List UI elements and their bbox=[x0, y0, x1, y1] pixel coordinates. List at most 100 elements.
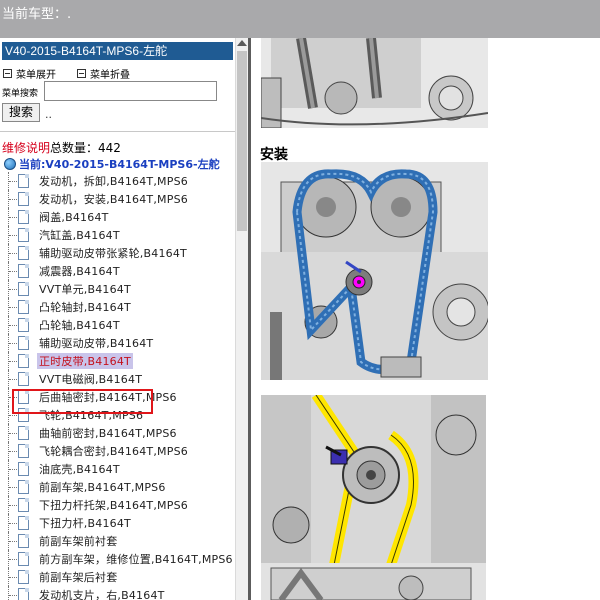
tree-branch-line bbox=[8, 370, 18, 388]
search-button[interactable]: 搜索 bbox=[2, 103, 40, 122]
document-icon bbox=[18, 246, 29, 260]
tree-item-label: 阀盖,B4164T bbox=[39, 211, 109, 224]
tree-item-label: 辅助驱动皮带张紧轮,B4164T bbox=[39, 247, 187, 260]
tree-branch-line bbox=[8, 460, 18, 478]
globe-icon bbox=[4, 158, 16, 170]
document-icon bbox=[18, 372, 29, 386]
document-icon bbox=[18, 498, 29, 512]
tree-item[interactable]: VVT单元,B4164T bbox=[8, 280, 233, 298]
tree-item[interactable]: 阀盖,B4164T bbox=[8, 208, 233, 226]
document-icon bbox=[18, 480, 29, 494]
tree-branch-line bbox=[8, 316, 18, 334]
tree-item[interactable]: 下扭力杆,B4164T bbox=[8, 514, 233, 532]
tree-item-label: 减震器,B4164T bbox=[39, 265, 120, 278]
tree-item[interactable]: 前方副车架，维修位置,B4164T,MPS6 bbox=[8, 550, 233, 568]
tree-branch-line bbox=[8, 532, 18, 550]
selection-highlight-box bbox=[12, 389, 153, 414]
section-heading: 安装 bbox=[260, 147, 288, 163]
tree-branch-line bbox=[8, 352, 18, 370]
sidebar-title: V40-2015-B4164T-MPS6-左舵 bbox=[2, 42, 233, 60]
tree-branch-line bbox=[8, 226, 18, 244]
engine-diagram-top bbox=[261, 38, 488, 128]
tree-item-label: 飞轮耦合密封,B4164T,MPS6 bbox=[39, 445, 188, 458]
document-icon bbox=[18, 588, 29, 600]
tree-item-label: 下扭力杆,B4164T bbox=[39, 517, 131, 530]
tree-item[interactable]: 油底壳,B4164T bbox=[8, 460, 233, 478]
tree-item[interactable]: 汽缸盖,B4164T bbox=[8, 226, 233, 244]
sidebar-scrollbar[interactable] bbox=[235, 38, 248, 600]
collapse-square-icon bbox=[3, 69, 12, 78]
count-label: 总数量：442 bbox=[50, 141, 121, 155]
document-icon bbox=[18, 282, 29, 296]
tree-item-label: 发动机，安装,B4164T,MPS6 bbox=[39, 193, 188, 206]
tree-branch-line bbox=[8, 298, 18, 316]
scroll-up-arrow-icon[interactable] bbox=[237, 40, 247, 46]
tree-branch-line bbox=[8, 208, 18, 226]
tree-branch-line bbox=[8, 280, 18, 298]
top-bar: 当前车型：. bbox=[0, 0, 600, 38]
tree-item-label: 前副车架,B4164T,MPS6 bbox=[39, 481, 166, 494]
document-icon bbox=[18, 534, 29, 548]
content-pane: 安装 bbox=[251, 38, 600, 600]
search-extra-text: .. bbox=[45, 108, 52, 121]
menu-expand-label: 菜单展开 bbox=[16, 70, 56, 81]
tree-branch-line bbox=[8, 334, 18, 352]
tree-item-label: VVT电磁阀,B4164T bbox=[39, 373, 143, 386]
document-icon bbox=[18, 354, 29, 368]
document-icon bbox=[18, 300, 29, 314]
document-icon bbox=[18, 462, 29, 476]
tree-item[interactable]: 减震器,B4164T bbox=[8, 262, 233, 280]
tree-branch-line bbox=[8, 514, 18, 532]
tree-branch-line bbox=[8, 568, 18, 586]
tree-item[interactable]: 发动机支片，右,B4164T bbox=[8, 586, 233, 600]
tree-item[interactable]: 凸轮轴封,B4164T bbox=[8, 298, 233, 316]
tree-item[interactable]: 飞轮耦合密封,B4164T,MPS6 bbox=[8, 442, 233, 460]
tree-branch-line bbox=[8, 442, 18, 460]
tree-item[interactable]: 凸轮轴,B4164T bbox=[8, 316, 233, 334]
tree-item-label: 汽缸盖,B4164T bbox=[39, 229, 120, 242]
tree-item[interactable]: VVT电磁阀,B4164T bbox=[8, 370, 233, 388]
document-icon bbox=[18, 174, 29, 188]
tree-item-label: 凸轮轴,B4164T bbox=[39, 319, 120, 332]
manual-tree: 发动机，拆卸,B4164T,MPS6 发动机，安装,B4164T,MPS6 阀盖,B… bbox=[8, 172, 233, 600]
collapse-square-icon bbox=[77, 69, 86, 78]
vehicle-label: 当前车型：. bbox=[2, 7, 72, 22]
divider bbox=[0, 131, 235, 132]
search-input[interactable] bbox=[44, 81, 217, 101]
document-icon bbox=[18, 228, 29, 242]
tree-item[interactable]: 曲轴前密封,B4164T,MPS6 bbox=[8, 424, 233, 442]
document-icon bbox=[18, 516, 29, 530]
tree-item-label: 发动机支片，右,B4164T bbox=[39, 589, 165, 600]
tree-branch-line bbox=[8, 262, 18, 280]
scrollbar-thumb[interactable] bbox=[237, 51, 247, 231]
document-icon bbox=[18, 336, 29, 350]
menu-expand-button[interactable]: 菜单展开 bbox=[3, 66, 56, 81]
engine-diagram-bottom bbox=[261, 563, 486, 600]
tree-branch-line bbox=[8, 172, 18, 190]
tree-item[interactable]: 正时皮带,B4164T bbox=[8, 352, 233, 370]
document-icon bbox=[18, 426, 29, 440]
item-count: 维修说明总数量：442 bbox=[2, 139, 121, 156]
tensioner-detail-diagram bbox=[261, 395, 486, 580]
tree-item-label: 发动机，拆卸,B4164T,MPS6 bbox=[39, 175, 188, 188]
timing-belt-install-diagram bbox=[261, 162, 488, 380]
tree-item[interactable]: 下扭力杆托架,B4164T,MPS6 bbox=[8, 496, 233, 514]
tree-item[interactable]: 辅助驱动皮带,B4164T bbox=[8, 334, 233, 352]
tree-item[interactable]: 前副车架后衬套 bbox=[8, 568, 233, 586]
tree-item-label: 曲轴前密封,B4164T,MPS6 bbox=[39, 427, 177, 440]
tree-branch-line bbox=[8, 496, 18, 514]
tree-item-label: 前副车架前衬套 bbox=[39, 535, 118, 548]
tree-item[interactable]: 前副车架,B4164T,MPS6 bbox=[8, 478, 233, 496]
menu-collapse-button[interactable]: 菜单折叠 bbox=[77, 66, 130, 81]
document-icon bbox=[18, 318, 29, 332]
tree-item[interactable]: 辅助驱动皮带张紧轮,B4164T bbox=[8, 244, 233, 262]
tree-item[interactable]: 发动机，拆卸,B4164T,MPS6 bbox=[8, 172, 233, 190]
tree-item[interactable]: 前副车架前衬套 bbox=[8, 532, 233, 550]
tree-item[interactable]: 发动机，安装,B4164T,MPS6 bbox=[8, 190, 233, 208]
tree-branch-line bbox=[8, 586, 18, 600]
document-icon bbox=[18, 444, 29, 458]
tree-branch-line bbox=[8, 190, 18, 208]
current-model-node[interactable]: 当前:V40-2015-B4164T-MPS6-左舵 bbox=[4, 156, 220, 172]
tree-item-label: 辅助驱动皮带,B4164T bbox=[39, 337, 154, 350]
tree-branch-line bbox=[8, 550, 18, 568]
